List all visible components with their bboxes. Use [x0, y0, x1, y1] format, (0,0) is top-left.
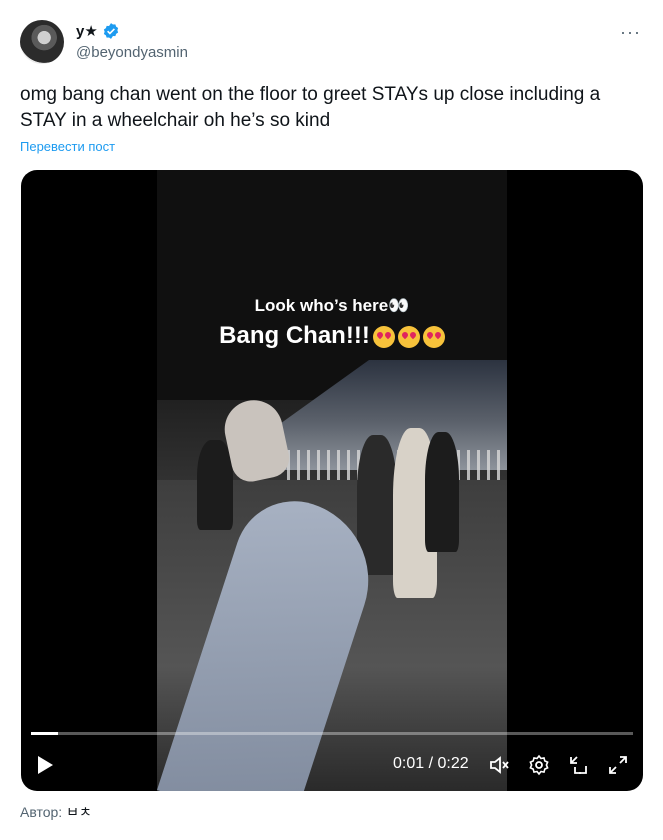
minimize-icon[interactable]	[565, 750, 591, 780]
heart-eyes-emoji-icon	[397, 325, 420, 348]
heart-eyes-emoji-icon	[422, 325, 445, 348]
display-name-row[interactable]: y★	[76, 22, 120, 40]
video-caption-line1: Look who’s here👀	[254, 296, 410, 315]
video-frame: Look who’s here👀 Bang Chan!!!	[157, 170, 507, 791]
person-silhouette	[425, 432, 459, 552]
duration: 0:22	[437, 755, 469, 772]
video-controls: 0:01 / 0:22	[21, 750, 643, 780]
translate-post-link[interactable]: Перевести пост	[20, 139, 115, 154]
mute-icon[interactable]	[487, 750, 513, 780]
author-name[interactable]: ㅂㅊ	[66, 804, 92, 820]
user-handle[interactable]: @beyondyasmin	[76, 44, 188, 61]
verified-badge-icon	[103, 23, 118, 39]
time-separator: /	[428, 755, 434, 772]
more-options-icon[interactable]: ···	[620, 22, 641, 43]
video-caption-line2: Bang Chan!!!	[157, 322, 507, 350]
settings-icon[interactable]	[526, 750, 552, 780]
avatar[interactable]	[20, 20, 64, 64]
display-name[interactable]: y★	[76, 22, 98, 40]
tweet-text: omg bang chan went on the floor to greet…	[20, 84, 601, 131]
current-time: 0:01	[393, 755, 425, 772]
person-silhouette	[197, 440, 233, 530]
video-time: 0:01 / 0:22	[393, 755, 469, 773]
video-progress-bar[interactable]	[31, 732, 633, 735]
author-label: Автор:	[20, 804, 63, 820]
heart-eyes-emoji-icon	[372, 325, 395, 348]
video-player[interactable]: Look who’s here👀 Bang Chan!!! 0:01 / 0:2…	[21, 170, 643, 791]
video-caption-text: Bang Chan!!!	[219, 322, 370, 349]
author-credit: Автор: ㅂㅊ	[20, 802, 92, 822]
play-icon[interactable]	[33, 750, 57, 780]
video-progress-fill	[31, 732, 59, 735]
fullscreen-icon[interactable]	[605, 750, 631, 780]
